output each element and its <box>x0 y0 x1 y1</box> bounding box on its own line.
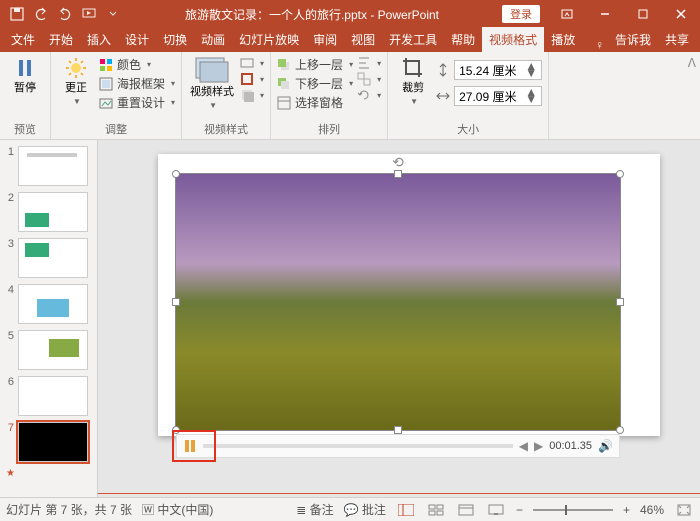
player-prev-icon[interactable]: ◀ <box>519 439 528 453</box>
group-objects-button[interactable]: ▾ <box>357 72 381 86</box>
reset-design-button[interactable]: 重置设计▾ <box>99 94 175 111</box>
quick-access-toolbar <box>0 3 130 25</box>
rotate-handle-icon[interactable]: ⟲ <box>392 154 404 171</box>
video-styles-gallery[interactable]: 视频样式 ▼ <box>188 56 236 110</box>
zoom-in-button[interactable]: + <box>623 503 630 517</box>
comments-button[interactable]: 💬 批注 <box>344 501 386 518</box>
send-backward-button[interactable]: 下移一层▾ <box>277 75 353 92</box>
color-button[interactable]: 颜色▾ <box>99 56 175 73</box>
align-button[interactable]: ▾ <box>357 56 381 70</box>
language-indicator[interactable]: 🅆 中文(中国) <box>142 501 213 518</box>
video-player-bar: ◀ ▶ 00:01.35 🔊 <box>176 434 620 458</box>
workspace: 1 2 3 4 5 6 7 ★ ⟲ ◀ ▶ 00:01.35 🔊 <box>0 140 700 497</box>
window-title: 旅游散文记录：一个人的旅行.pptx - PowerPoint <box>130 6 494 23</box>
group-video-styles: 视频样式 ▼ ▾ ▾ ▾ 视频样式 <box>182 52 271 139</box>
animation-indicator-icon: ★ <box>6 468 93 479</box>
ribbon-options-icon[interactable] <box>548 0 586 28</box>
window-controls <box>548 0 700 28</box>
player-volume-icon[interactable]: 🔊 <box>598 439 613 453</box>
crop-button[interactable]: 裁剪 ▼ <box>394 56 432 106</box>
slide-thumbnails[interactable]: 1 2 3 4 5 6 7 ★ <box>0 140 98 497</box>
tab-playback[interactable]: 播放 <box>544 27 582 52</box>
tab-insert[interactable]: 插入 <box>80 27 118 52</box>
tab-animations[interactable]: 动画 <box>194 27 232 52</box>
tab-transitions[interactable]: 切换 <box>156 27 194 52</box>
thumbnail-2[interactable]: 2 <box>4 192 93 232</box>
maximize-icon[interactable] <box>624 0 662 28</box>
group-adjust: 更正 ▼ 颜色▾ 海报框架▾ 重置设计▾ 调整 <box>51 52 182 139</box>
width-input[interactable]: 27.09 厘米▲▼ <box>436 86 542 106</box>
tab-slideshow[interactable]: 幻灯片放映 <box>232 27 306 52</box>
pause-button[interactable]: 暂停 <box>6 56 44 95</box>
thumbnail-6[interactable]: 6 <box>4 376 93 416</box>
video-border-button[interactable]: ▾ <box>240 72 264 86</box>
undo-icon[interactable] <box>30 3 52 25</box>
group-arrange: 上移一层▾ 下移一层▾ 选择窗格 ▾ ▾ ▾ 排列 <box>271 52 388 139</box>
zoom-level[interactable]: 46% <box>640 503 664 517</box>
player-timecode: 00:01.35 <box>549 440 592 452</box>
thumbnail-1[interactable]: 1 <box>4 146 93 186</box>
minimize-icon[interactable] <box>586 0 624 28</box>
bring-forward-button[interactable]: 上移一层▾ <box>277 56 353 73</box>
slide-canvas[interactable]: ⟲ ◀ ▶ 00:01.35 🔊 <box>98 140 700 497</box>
tab-review[interactable]: 审阅 <box>306 27 344 52</box>
start-from-beginning-icon[interactable] <box>78 3 100 25</box>
video-object[interactable]: ⟲ <box>176 174 620 430</box>
tab-help[interactable]: 帮助 <box>444 27 482 52</box>
status-bar: 幻灯片 第 7 张，共 7 张 🅆 中文(中国) ≣ 备注 💬 批注 − + 4… <box>0 497 700 521</box>
tab-home[interactable]: 开始 <box>42 27 80 52</box>
red-highlight-box <box>172 430 216 462</box>
redo-icon[interactable] <box>54 3 76 25</box>
thumbnail-3[interactable]: 3 <box>4 238 93 278</box>
collapse-ribbon-icon[interactable]: ᐱ <box>688 56 696 70</box>
reading-view-icon[interactable] <box>456 502 476 518</box>
slideshow-view-icon[interactable] <box>486 502 506 518</box>
corrections-button[interactable]: 更正 ▼ <box>57 56 95 106</box>
thumbnail-4[interactable]: 4 <box>4 284 93 324</box>
poster-frame-button[interactable]: 海报框架▾ <box>99 75 175 92</box>
rotate-button[interactable]: ▾ <box>357 88 381 102</box>
slide-counter[interactable]: 幻灯片 第 7 张，共 7 张 <box>6 501 132 518</box>
tell-me[interactable]: 告诉我 <box>608 27 658 52</box>
notes-button[interactable]: ≣ 备注 <box>296 501 333 518</box>
slide-sorter-icon[interactable] <box>426 502 446 518</box>
tell-me-icon[interactable]: ♀ <box>591 38 608 52</box>
tab-file[interactable]: 文件 <box>4 27 42 52</box>
thumbnail-7[interactable]: 7 <box>4 422 93 462</box>
share-button[interactable]: 共享 <box>658 27 696 52</box>
height-input[interactable]: 15.24 厘米▲▼ <box>436 60 542 80</box>
tab-view[interactable]: 视图 <box>344 27 382 52</box>
login-button[interactable]: 登录 <box>502 5 540 23</box>
qat-dropdown-icon[interactable] <box>102 3 124 25</box>
title-bar: 旅游散文记录：一个人的旅行.pptx - PowerPoint 登录 <box>0 0 700 28</box>
tab-developer[interactable]: 开发工具 <box>382 27 444 52</box>
tab-design[interactable]: 设计 <box>118 27 156 52</box>
player-next-icon[interactable]: ▶ <box>534 439 543 453</box>
tab-video-format[interactable]: 视频格式 <box>482 27 544 52</box>
normal-view-icon[interactable] <box>396 502 416 518</box>
group-preview: 暂停 预览 <box>0 52 51 139</box>
save-icon[interactable] <box>6 3 28 25</box>
video-shape-button[interactable]: ▾ <box>240 56 264 70</box>
group-size: 裁剪 ▼ 15.24 厘米▲▼ 27.09 厘米▲▼ 大小 <box>388 52 549 139</box>
fit-to-window-icon[interactable] <box>674 502 694 518</box>
close-icon[interactable] <box>662 0 700 28</box>
zoom-slider[interactable] <box>533 509 613 511</box>
player-progress[interactable] <box>203 444 513 448</box>
zoom-out-button[interactable]: − <box>516 503 523 517</box>
selection-pane-button[interactable]: 选择窗格 <box>277 94 353 111</box>
ribbon: 暂停 预览 更正 ▼ 颜色▾ 海报框架▾ 重置设计▾ 调整 视频样式 ▼ <box>0 52 700 140</box>
video-effects-button[interactable]: ▾ <box>240 88 264 102</box>
thumbnail-5[interactable]: 5 <box>4 330 93 370</box>
ribbon-tabs: 文件 开始 插入 设计 切换 动画 幻灯片放映 审阅 视图 开发工具 帮助 视频… <box>0 28 700 52</box>
